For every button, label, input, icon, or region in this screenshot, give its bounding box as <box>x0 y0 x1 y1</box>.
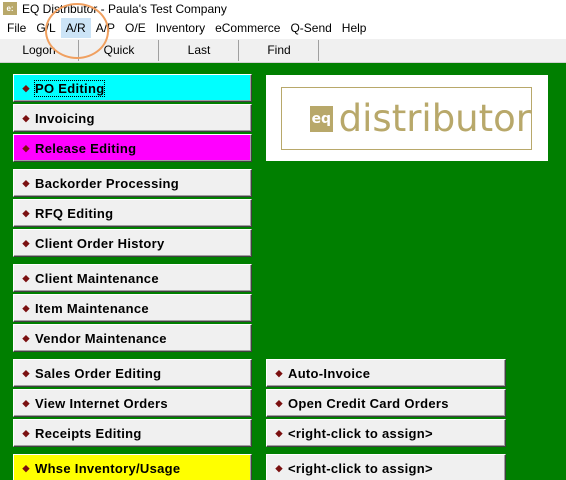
logo-wordmark: distributor <box>338 97 531 140</box>
po-editing-button[interactable]: ◆ PO Editing <box>13 74 252 102</box>
unassigned-button-1[interactable]: ◆ <right-click to assign> <box>266 419 506 447</box>
eq-logo-icon: eq <box>310 105 333 132</box>
release-editing-button[interactable]: ◆ Release Editing <box>13 134 252 162</box>
logo-panel: eq distributor <box>266 75 548 161</box>
diamond-bullet-icon: ◆ <box>275 462 283 473</box>
diamond-bullet-icon: ◆ <box>22 112 30 123</box>
menu-gl[interactable]: G/L <box>31 18 60 38</box>
diamond-bullet-icon: ◆ <box>22 367 30 378</box>
sales-order-editing-button[interactable]: ◆ Sales Order Editing <box>13 359 252 387</box>
diamond-bullet-icon: ◆ <box>22 397 30 408</box>
menu-ecommerce[interactable]: eCommerce <box>210 18 285 38</box>
logon-button[interactable]: Logon <box>0 40 79 61</box>
menu-help[interactable]: Help <box>337 18 372 38</box>
menu-oe[interactable]: O/E <box>120 18 151 38</box>
title-bar: e: EQ Distributor - Paula's Test Company <box>0 0 566 17</box>
diamond-bullet-icon: ◆ <box>22 177 30 188</box>
menu-qsend[interactable]: Q-Send <box>285 18 336 38</box>
window-title: EQ Distributor - Paula's Test Company <box>22 1 227 16</box>
diamond-bullet-icon: ◆ <box>22 207 30 218</box>
client-order-history-button[interactable]: ◆ Client Order History <box>13 229 252 257</box>
vendor-maintenance-button[interactable]: ◆ Vendor Maintenance <box>13 324 252 352</box>
backorder-processing-button[interactable]: ◆ Backorder Processing <box>13 169 252 197</box>
diamond-bullet-icon: ◆ <box>275 427 283 438</box>
quick-button[interactable]: Quick <box>80 40 159 61</box>
menu-ap[interactable]: A/P <box>91 18 120 38</box>
menu-inventory[interactable]: Inventory <box>151 18 210 38</box>
diamond-bullet-icon: ◆ <box>22 142 30 153</box>
diamond-bullet-icon: ◆ <box>22 427 30 438</box>
diamond-bullet-icon: ◆ <box>22 332 30 343</box>
diamond-bullet-icon: ◆ <box>22 272 30 283</box>
open-credit-card-orders-button[interactable]: ◆ Open Credit Card Orders <box>266 389 506 417</box>
receipts-editing-button[interactable]: ◆ Receipts Editing <box>13 419 252 447</box>
client-maintenance-button[interactable]: ◆ Client Maintenance <box>13 264 252 292</box>
menu-bar: File G/L A/R A/P O/E Inventory eCommerce… <box>0 17 566 39</box>
whse-inventory-usage-button[interactable]: ◆ Whse Inventory/Usage <box>13 454 252 480</box>
find-button[interactable]: Find <box>240 40 319 61</box>
view-internet-orders-button[interactable]: ◆ View Internet Orders <box>13 389 252 417</box>
diamond-bullet-icon: ◆ <box>275 367 283 378</box>
menu-ar[interactable]: A/R <box>60 18 91 38</box>
invoicing-button[interactable]: ◆ Invoicing <box>13 104 252 132</box>
diamond-bullet-icon: ◆ <box>22 82 30 93</box>
diamond-bullet-icon: ◆ <box>275 397 283 408</box>
menu-file[interactable]: File <box>2 18 31 38</box>
diamond-bullet-icon: ◆ <box>22 462 30 473</box>
last-button[interactable]: Last <box>160 40 239 61</box>
diamond-bullet-icon: ◆ <box>22 302 30 313</box>
rfq-editing-button[interactable]: ◆ RFQ Editing <box>13 199 252 227</box>
logo-frame: eq distributor <box>281 87 532 150</box>
diamond-bullet-icon: ◆ <box>22 237 30 248</box>
app-logo-icon: e: <box>3 2 17 15</box>
auto-invoice-button[interactable]: ◆ Auto-Invoice <box>266 359 506 387</box>
unassigned-button-2[interactable]: ◆ <right-click to assign> <box>266 454 506 480</box>
toolbar: Logon Quick Last Find <box>0 39 566 63</box>
item-maintenance-button[interactable]: ◆ Item Maintenance <box>13 294 252 322</box>
